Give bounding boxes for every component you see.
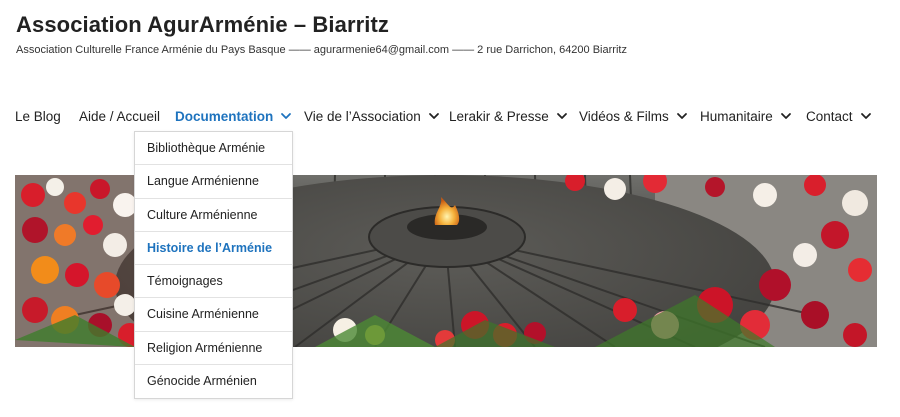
dropdown-item-temoignages[interactable]: Témoignages: [135, 265, 292, 299]
dropdown-item-genocide[interactable]: Génocide Arménien: [135, 365, 292, 398]
nav-item-label: Contact: [806, 108, 853, 124]
nav-item-humanitaire[interactable]: Humanitaire: [700, 105, 793, 127]
nav-item-vie-association[interactable]: Vie de l’Association: [304, 105, 441, 127]
dropdown-item-histoire[interactable]: Histoire de l’Arménie: [135, 232, 292, 266]
chevron-down-icon: [555, 109, 569, 123]
site-title[interactable]: Association AgurArménie – Biarritz: [16, 12, 389, 38]
dropdown-item-religion[interactable]: Religion Arménienne: [135, 332, 292, 366]
chevron-down-icon: [859, 109, 873, 123]
nav-item-lerakir-presse[interactable]: Lerakir & Presse: [449, 105, 569, 127]
nav-item-label: Documentation: [175, 108, 274, 124]
nav-item-videos-films[interactable]: Vidéos & Films: [579, 105, 689, 127]
nav-item-contact[interactable]: Contact: [806, 105, 873, 127]
chevron-down-icon: [279, 109, 293, 123]
nav-item-aide-accueil[interactable]: Aide / Accueil: [79, 105, 160, 127]
nav-item-label: Vie de l’Association: [304, 108, 421, 124]
dropdown-item-bibliotheque[interactable]: Bibliothèque Arménie: [135, 132, 292, 166]
chevron-down-icon: [779, 109, 793, 123]
documentation-dropdown-menu: Bibliothèque Arménie Langue Arménienne C…: [134, 131, 293, 400]
chevron-down-icon: [427, 109, 441, 123]
site-description: Association Culturelle France Arménie du…: [16, 44, 627, 56]
nav-item-label: Lerakir & Presse: [449, 108, 549, 124]
nav-item-le-blog[interactable]: Le Blog: [15, 105, 61, 127]
dropdown-item-langue[interactable]: Langue Arménienne: [135, 165, 292, 199]
dropdown-item-culture[interactable]: Culture Arménienne: [135, 199, 292, 232]
nav-item-label: Aide / Accueil: [79, 108, 161, 124]
nav-item-label: Vidéos & Films: [579, 108, 669, 124]
dropdown-item-cuisine[interactable]: Cuisine Arménienne: [135, 298, 292, 332]
nav-item-label: Humanitaire: [700, 108, 773, 124]
nav-item-label: Le Blog: [15, 108, 61, 124]
chevron-down-icon: [675, 109, 689, 123]
nav-item-documentation[interactable]: Documentation: [175, 105, 293, 127]
